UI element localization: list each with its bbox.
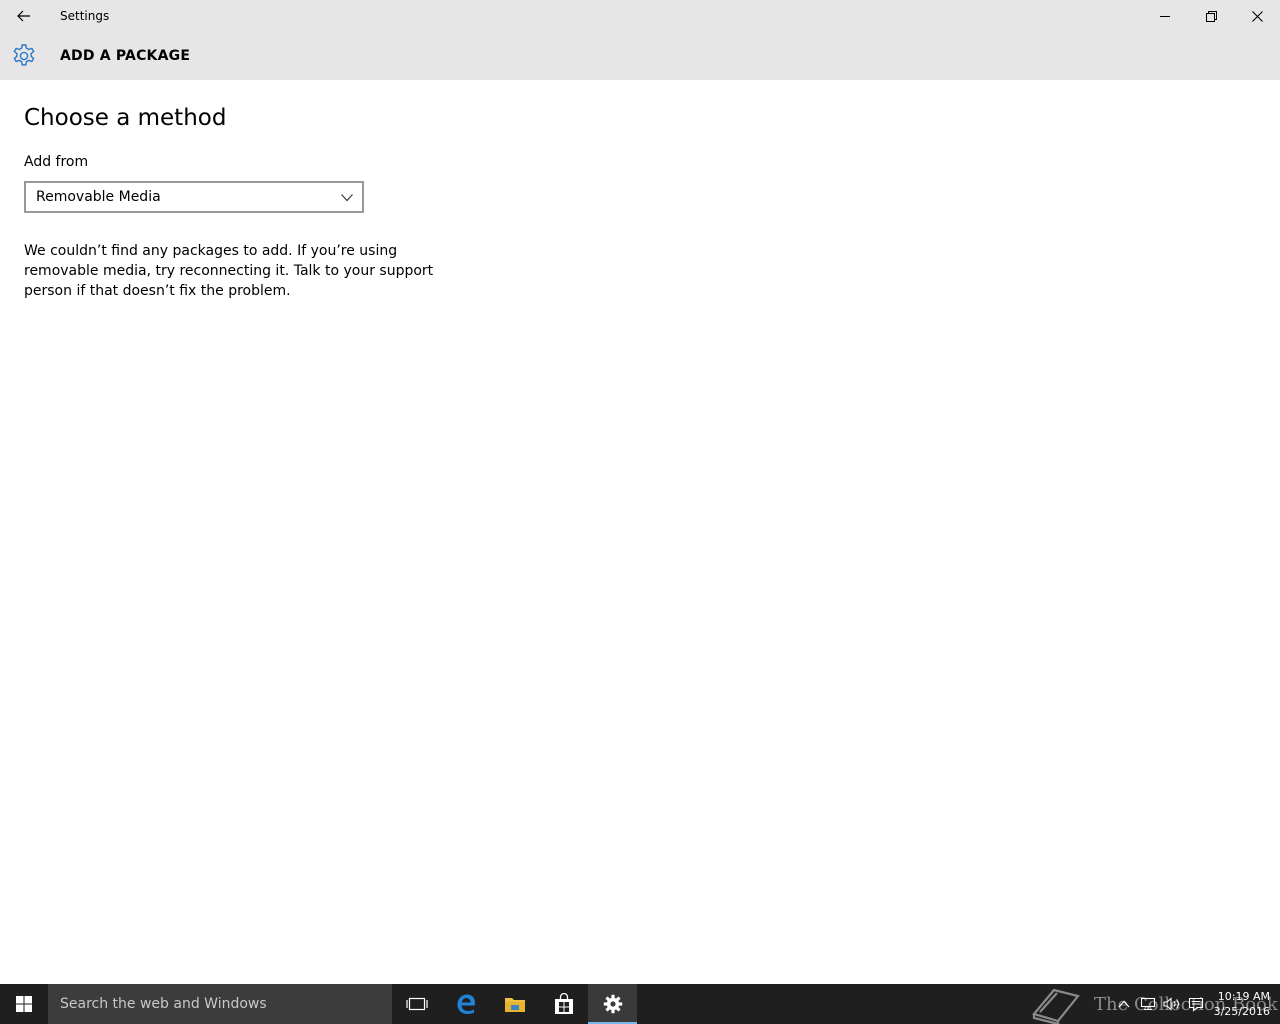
volume-button[interactable] xyxy=(1160,984,1184,1024)
file-explorer-icon xyxy=(504,998,525,1012)
add-from-dropdown[interactable]: Removable Media xyxy=(24,181,364,213)
taskbar-search-input[interactable]: Search the web and Windows xyxy=(48,984,392,1024)
window-title: Settings xyxy=(60,9,110,23)
minimize-icon xyxy=(1160,16,1170,17)
close-button[interactable] xyxy=(1234,0,1280,32)
task-view-icon xyxy=(405,997,428,1011)
edge-icon xyxy=(457,994,475,1014)
close-icon xyxy=(1251,10,1263,22)
edge-button[interactable] xyxy=(441,984,490,1024)
settings-taskbar-button[interactable] xyxy=(588,984,637,1024)
action-center-icon xyxy=(1188,997,1204,1012)
settings-header: ADD A PACKAGE xyxy=(0,32,1280,80)
clock-date: 3/25/2016 xyxy=(1213,1005,1270,1018)
system-tray: 10:19 AM 3/25/2016 xyxy=(1112,984,1270,1024)
book-icon xyxy=(1032,988,1080,1024)
file-explorer-button[interactable] xyxy=(490,984,539,1024)
main-content: Choose a method Add from Removable Media… xyxy=(24,100,464,301)
restore-button[interactable] xyxy=(1188,0,1234,32)
clock[interactable]: 10:19 AM 3/25/2016 xyxy=(1212,989,1270,1019)
store-icon xyxy=(554,993,573,1014)
restore-icon xyxy=(1205,10,1217,22)
action-center-button[interactable] xyxy=(1184,984,1208,1024)
start-button[interactable] xyxy=(0,984,48,1024)
gear-icon xyxy=(13,44,35,66)
show-hidden-icons-button[interactable] xyxy=(1112,984,1136,1024)
search-placeholder: Search the web and Windows xyxy=(60,996,267,1012)
network-icon xyxy=(1140,997,1156,1011)
page-title: Choose a method xyxy=(24,105,227,131)
header-icon-container xyxy=(0,32,48,80)
header-title: ADD A PACKAGE xyxy=(60,48,191,64)
no-packages-message: We couldn’t find any packages to add. If… xyxy=(24,243,434,299)
back-button[interactable] xyxy=(0,0,48,32)
taskbar: Search the web and Windows The Collectio… xyxy=(0,984,1280,1024)
window-controls xyxy=(1142,0,1280,32)
volume-icon xyxy=(1163,997,1179,1011)
title-bar: Settings xyxy=(0,0,1280,32)
network-button[interactable] xyxy=(1136,984,1160,1024)
chevron-up-icon xyxy=(1118,1000,1130,1008)
task-view-button[interactable] xyxy=(392,984,441,1024)
store-button[interactable] xyxy=(539,984,588,1024)
add-from-label: Add from xyxy=(24,154,89,170)
chevron-down-icon xyxy=(340,191,354,205)
clock-time: 10:19 AM xyxy=(1217,990,1270,1003)
minimize-button[interactable] xyxy=(1142,0,1188,32)
add-from-selected-value: Removable Media xyxy=(36,189,161,205)
settings-icon xyxy=(603,994,622,1014)
back-arrow-icon xyxy=(17,10,30,22)
windows-logo-icon xyxy=(16,996,32,1012)
